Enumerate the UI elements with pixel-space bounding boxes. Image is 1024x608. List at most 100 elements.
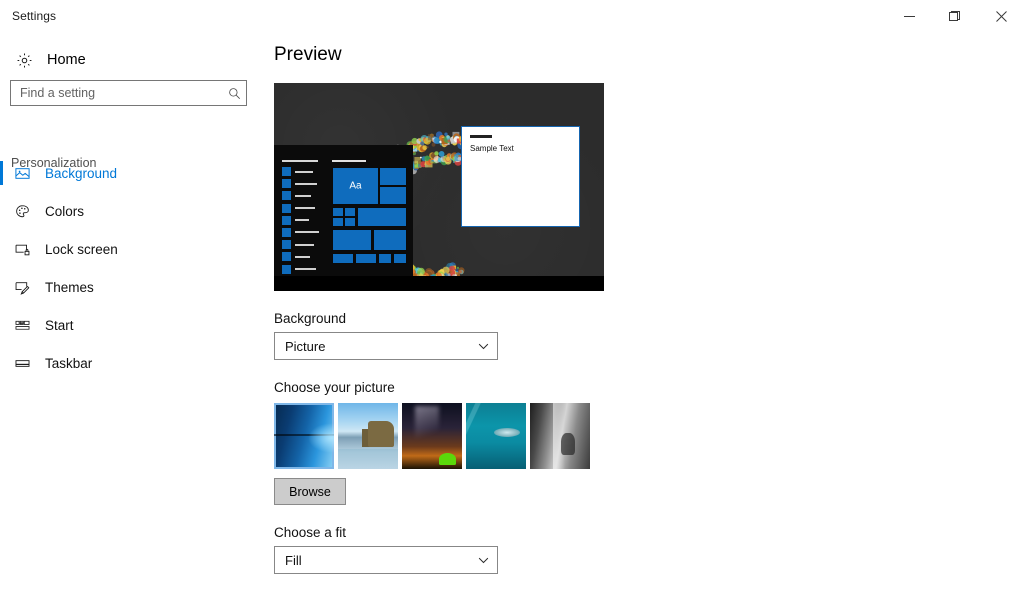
sidebar-item-taskbar[interactable]: Taskbar — [0, 344, 258, 382]
chevron-down-icon — [469, 557, 497, 564]
app-icon — [282, 179, 291, 189]
app-name-line — [295, 243, 314, 246]
search-input[interactable] — [11, 86, 222, 100]
palette-icon — [11, 204, 33, 219]
sidebar-item-colors[interactable]: Colors — [0, 192, 258, 230]
app-list-row — [282, 191, 326, 201]
tile-small — [344, 207, 356, 217]
preview-sample-window: Sample Text — [461, 126, 580, 227]
sidebar-item-start[interactable]: Start — [0, 306, 258, 344]
app-name-line — [295, 207, 315, 210]
app-icon — [282, 252, 291, 262]
sidebar-item-label: Themes — [45, 279, 94, 295]
app-list-row — [282, 179, 326, 189]
tile-small — [355, 253, 377, 264]
main-content: Preview Aa Sample Text Background Pictur… — [274, 32, 1024, 608]
app-icon — [282, 240, 291, 250]
app-list-header-line — [282, 160, 318, 162]
browse-button[interactable]: Browse — [274, 478, 346, 505]
picture-thumbnail-beach-rock[interactable] — [338, 403, 398, 469]
sidebar-item-label: Lock screen — [45, 241, 118, 257]
tile-aa-label: Aa — [349, 180, 362, 192]
background-label: Background — [274, 311, 347, 326]
picture-thumbnail-list — [274, 403, 1024, 469]
app-icon — [282, 167, 291, 176]
choose-fit-label: Choose a fit — [274, 525, 347, 540]
sample-window-title-line — [470, 135, 492, 138]
taskbar-icon — [11, 356, 33, 371]
app-list-row — [282, 167, 326, 176]
preview-tiles: Aa — [332, 160, 413, 270]
home-label: Home — [47, 52, 86, 68]
sidebar: Home Personalization Background — [0, 32, 258, 608]
app-name-line — [295, 182, 317, 185]
brush-icon — [11, 280, 33, 295]
app-name-line — [295, 268, 316, 270]
tile-medium — [373, 229, 407, 251]
background-dropdown[interactable]: Picture — [274, 332, 498, 360]
app-list-row — [282, 215, 326, 225]
app-name-line — [295, 219, 309, 222]
tile-small — [379, 167, 407, 186]
app-icon — [282, 227, 291, 237]
window-controls — [886, 0, 1024, 32]
picture-thumbnail-night-sky-tent[interactable] — [402, 403, 462, 469]
sample-text-label: Sample Text — [470, 143, 514, 153]
sidebar-item-label: Background — [45, 165, 118, 181]
sidebar-item-lock-screen[interactable]: Lock screen — [0, 230, 258, 268]
picture-thumbnail-grayscale-cliff[interactable] — [530, 403, 590, 469]
choose-picture-label: Choose your picture — [274, 380, 395, 395]
search-icon — [222, 87, 246, 100]
app-name-line — [295, 231, 319, 234]
sidebar-item-home[interactable]: Home — [12, 45, 258, 75]
app-icon — [282, 203, 291, 213]
app-list-row — [282, 252, 326, 262]
app-list-row — [282, 240, 326, 250]
tile-small — [393, 253, 407, 264]
tile-small — [344, 217, 356, 227]
window-title: Settings — [12, 9, 57, 23]
chevron-down-icon — [469, 343, 497, 350]
app-icon — [282, 191, 291, 201]
tile-small — [332, 207, 344, 217]
app-icon — [282, 264, 291, 274]
preview-taskbar — [274, 276, 604, 291]
app-name-line — [295, 170, 313, 173]
tile-small — [378, 253, 392, 264]
preview-app-list — [282, 160, 326, 291]
choose-fit-dropdown[interactable]: Fill — [274, 546, 498, 574]
app-name-line — [295, 255, 310, 258]
sidebar-nav-list: Background Colors Lock screen Themes Sta… — [0, 154, 258, 382]
tile-medium — [332, 229, 372, 251]
tile-wide — [357, 207, 407, 227]
desktop-preview: Aa Sample Text — [274, 83, 604, 291]
sidebar-item-background[interactable]: Background — [0, 154, 258, 192]
maximize-restore-button[interactable] — [932, 0, 978, 32]
lock-screen-icon — [11, 242, 33, 257]
gear-icon — [12, 52, 36, 69]
close-button[interactable] — [978, 0, 1024, 32]
sidebar-item-themes[interactable]: Themes — [0, 268, 258, 306]
tile-large: Aa — [332, 167, 379, 205]
tile-small — [332, 217, 344, 227]
tile-grid: Aa — [332, 167, 407, 271]
app-list-row — [282, 227, 326, 237]
tile-small — [379, 186, 407, 205]
app-name-line — [295, 194, 311, 197]
app-list-row — [282, 264, 326, 274]
search-box[interactable] — [10, 80, 247, 106]
background-dropdown-value: Picture — [285, 338, 326, 354]
preview-start-menu: Aa — [274, 145, 413, 291]
app-list-row — [282, 203, 326, 213]
choose-fit-dropdown-value: Fill — [285, 552, 302, 568]
sidebar-item-label: Colors — [45, 203, 85, 219]
tile-group-title-line — [332, 160, 366, 162]
sidebar-item-label: Taskbar — [45, 355, 93, 371]
minimize-button[interactable] — [886, 0, 932, 32]
picture-thumbnail-underwater-teal[interactable] — [466, 403, 526, 469]
page-title: Preview — [274, 44, 342, 65]
picture-thumbnail-windows-default-blue[interactable] — [274, 403, 334, 469]
start-tiles-icon — [11, 318, 33, 333]
app-icon — [282, 215, 291, 225]
selection-indicator — [0, 161, 3, 185]
